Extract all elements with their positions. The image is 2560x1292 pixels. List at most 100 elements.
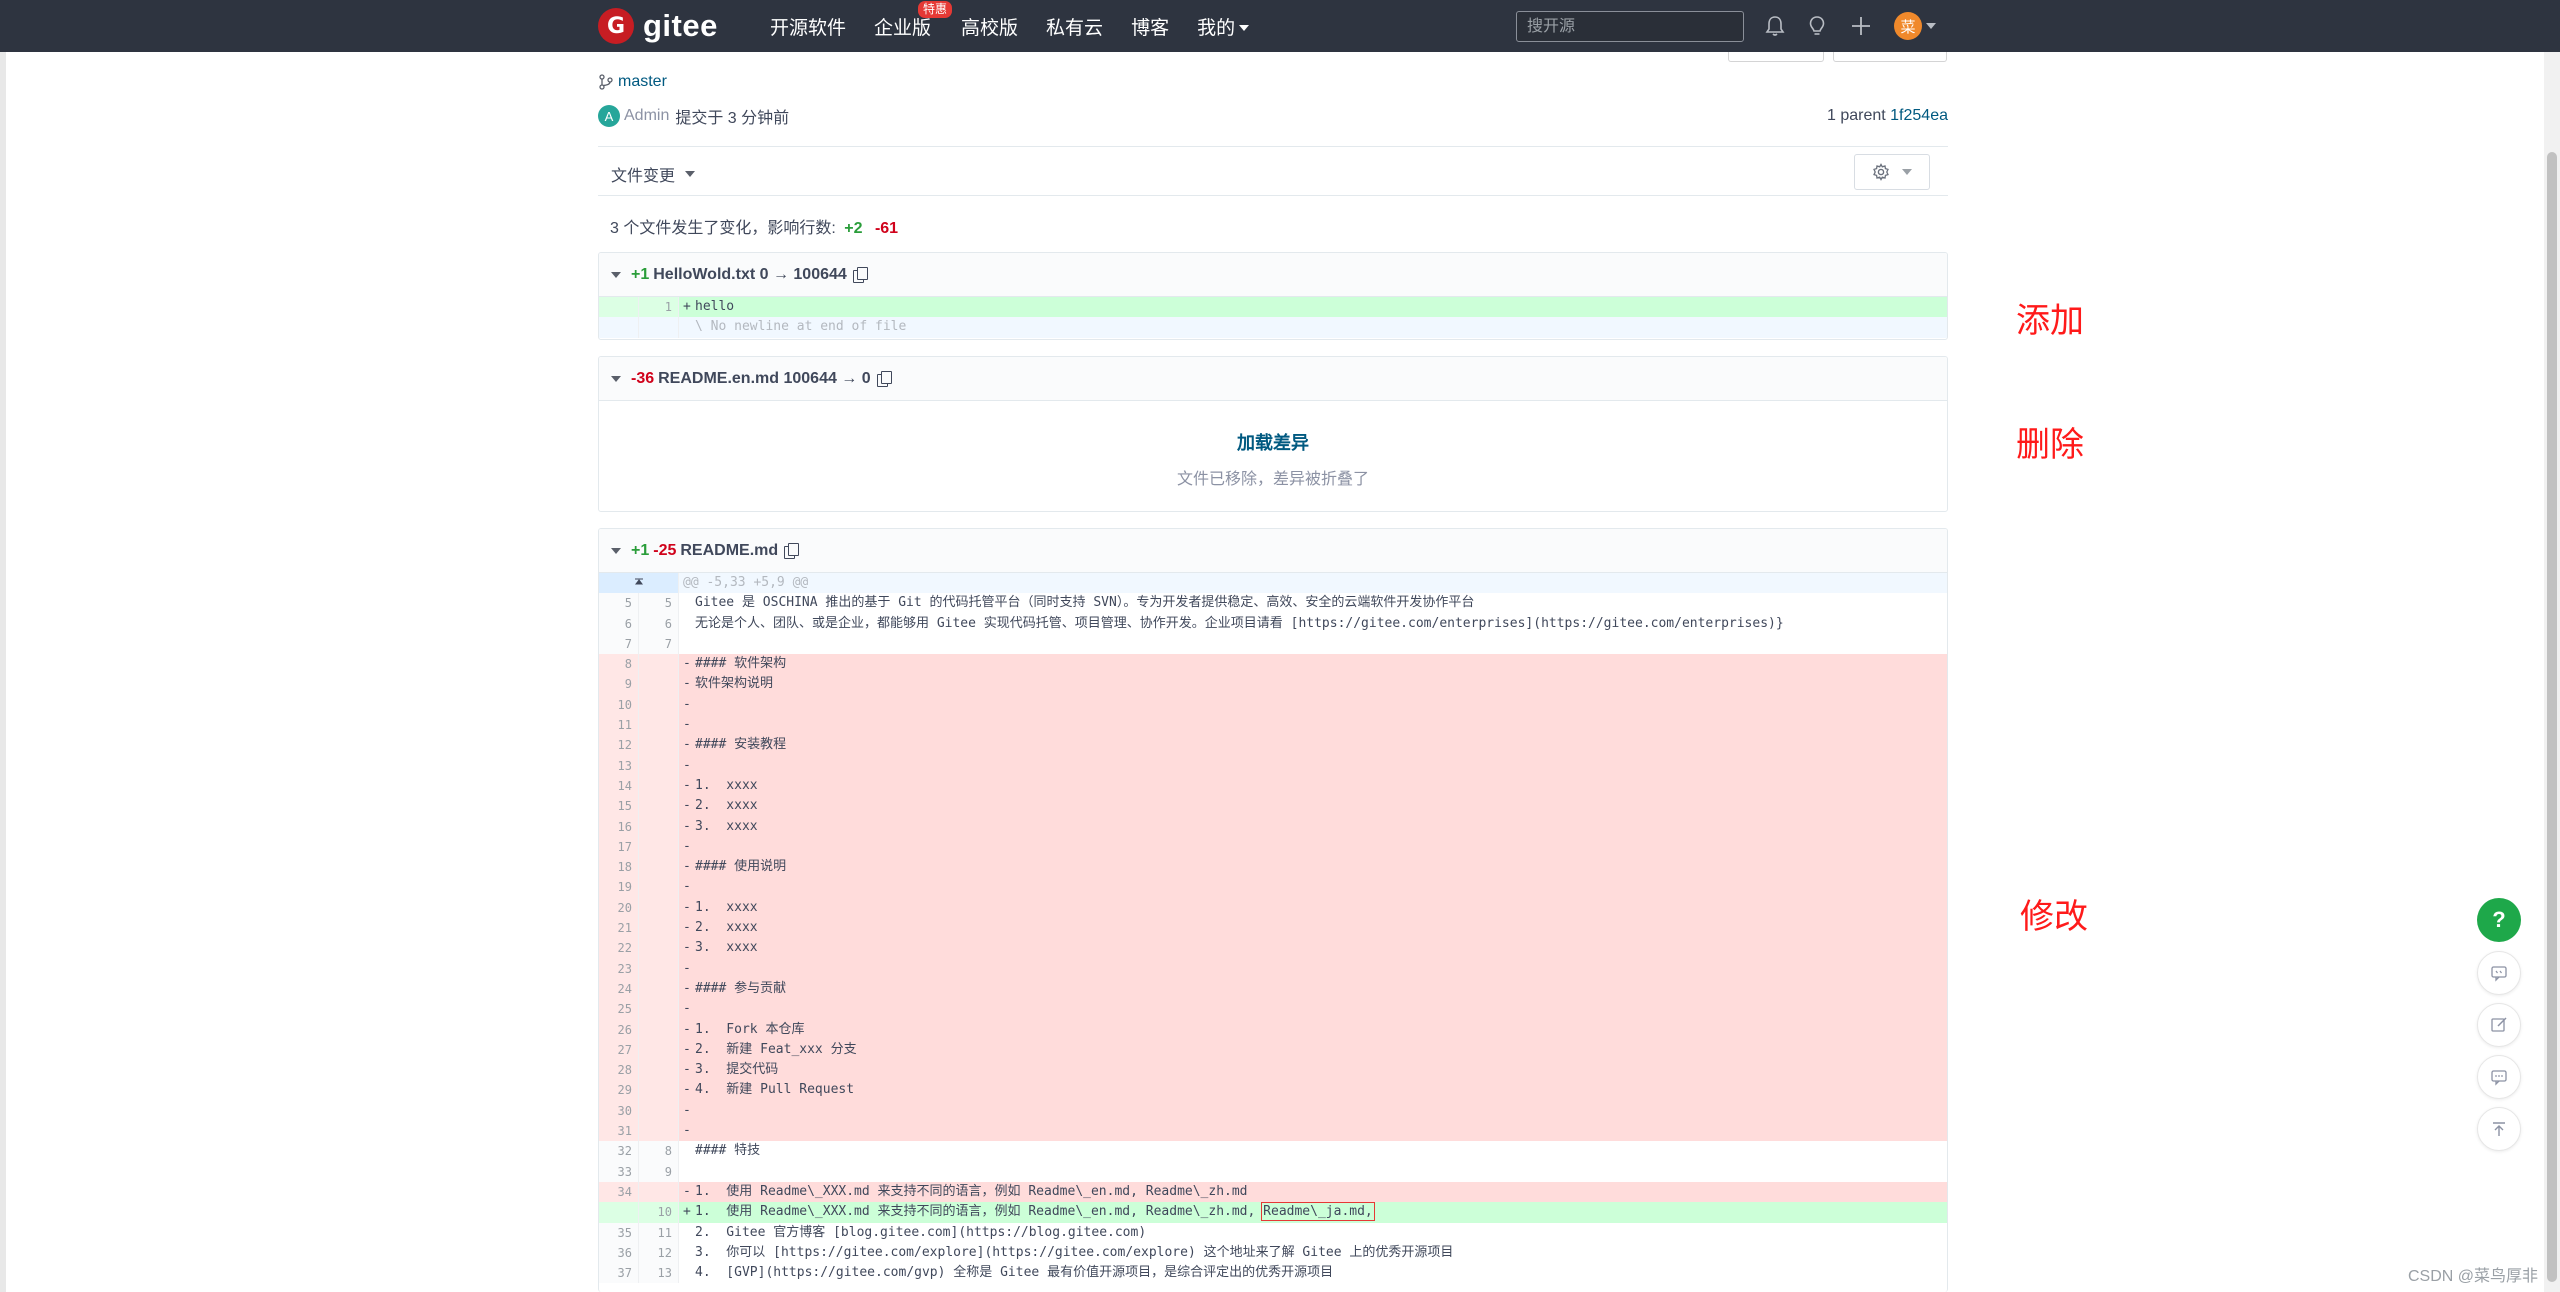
file-header[interactable]: -36 README.en.md 100644 → 0	[599, 357, 1947, 401]
user-avatar[interactable]: 菜	[1894, 12, 1922, 40]
new-line-number	[639, 775, 679, 797]
commit-author[interactable]: Admin	[624, 107, 669, 125]
diff-file-readme-en: -36 README.en.md 100644 → 0 加载差异 文件已移除，差…	[598, 356, 1948, 512]
new-line-number	[639, 1019, 679, 1040]
file-name[interactable]: README.md	[680, 542, 778, 560]
copy-icon[interactable]	[852, 266, 868, 283]
line-sign: -	[683, 899, 691, 915]
copy-icon[interactable]	[784, 542, 800, 559]
new-line-number	[639, 918, 679, 939]
line-code: -2. xxxx	[679, 796, 1947, 817]
line-code: -4. 新建 Pull Request	[679, 1080, 1947, 1101]
nav-item-enterprise[interactable]: 企业版 特惠	[874, 0, 953, 40]
nav-item-private-cloud[interactable]: 私有云	[1046, 13, 1103, 40]
diff-line: 5 5 Gitee 是 OSCHINA 推出的基于 Git 的代码托管平台（同时支持…	[599, 593, 1947, 614]
partial-button[interactable]	[1833, 52, 1947, 62]
old-line-number: 12	[599, 735, 639, 756]
diff-settings-button[interactable]	[1854, 154, 1930, 190]
old-line-number: 8	[599, 654, 639, 675]
collapse-icon[interactable]	[611, 547, 621, 554]
diff-line: 77	[599, 633, 1947, 655]
branch-name: master	[618, 73, 667, 90]
avatar[interactable]: A	[598, 105, 620, 127]
parent-sha-link[interactable]: 1f254ea	[1890, 107, 1948, 124]
nav-item-education[interactable]: 高校版	[961, 13, 1018, 40]
old-line-number: 13	[599, 755, 639, 776]
line-sign: -	[683, 1123, 691, 1139]
line-sign: -	[683, 980, 691, 996]
file-header[interactable]: +1 HelloWold.txt 0 → 100644	[599, 253, 1947, 297]
line-text: 1. Fork 本仓库	[695, 1021, 805, 1037]
collapse-icon[interactable]	[611, 271, 621, 278]
line-code: -3. xxxx	[679, 938, 1947, 959]
feedback-icon[interactable]	[2477, 951, 2521, 995]
diff-line: 13 -	[599, 755, 1947, 776]
load-diff-link[interactable]: 加载差异	[599, 429, 1947, 455]
page-scrollbar[interactable]	[2544, 52, 2560, 1292]
copy-icon[interactable]	[876, 370, 892, 387]
summary-text: 3 个文件发生了变化，影响行数:	[610, 220, 836, 237]
line-text: 2. xxxx	[695, 920, 758, 936]
file-changes-dropdown[interactable]: 文件变更	[611, 162, 696, 186]
line-code: -1. xxxx	[679, 775, 1947, 797]
diff-line: 21 -2. xxxx	[599, 918, 1947, 939]
line-code: 3. 你可以 [https://gitee.com/explore](https…	[679, 1243, 1947, 1263]
chevron-down-icon[interactable]	[1926, 23, 1936, 29]
help-button[interactable]: ?	[2477, 898, 2521, 942]
search-input[interactable]: 搜开源	[1516, 11, 1744, 42]
diff-line: 35 11 2. Gitee 官方博客 [blog.gitee.com](https…	[599, 1222, 1947, 1243]
nav-item-open-source[interactable]: 开源软件	[770, 13, 846, 40]
new-line-number: 1	[639, 297, 679, 318]
diff-line: 25 -	[599, 999, 1947, 1020]
line-code: -3. xxxx	[679, 816, 1947, 837]
old-line-number: 23	[599, 958, 639, 979]
diff-line: 16 -3. xxxx	[599, 816, 1947, 837]
line-code: -	[679, 877, 1947, 898]
line-sign: -	[683, 676, 691, 692]
scrollbar-thumb[interactable]	[2547, 152, 2557, 1282]
diff-line: 32 8 #### 特技	[599, 1141, 1947, 1162]
line-text: 无论是个人、团队、或是企业，都能够用 Gitee 实现代码托管、项目管理、协作开…	[695, 615, 1784, 631]
line-code: \ No newline at end of file	[679, 317, 1947, 338]
partial-button[interactable]	[1728, 52, 1824, 62]
edit-icon[interactable]	[2477, 1003, 2521, 1047]
plus-icon[interactable]	[1848, 13, 1874, 39]
diff-line: 30 -	[599, 1100, 1947, 1122]
diff-line: 15 -2. xxxx	[599, 796, 1947, 817]
old-line-number: 30	[599, 1100, 639, 1122]
line-text: 1. 使用 Readme\_XXX.md 来支持不同的语言，例如 Readme\…	[695, 1183, 1248, 1199]
line-sign: -	[683, 1001, 691, 1017]
old-line-number: 17	[599, 836, 639, 858]
bell-icon[interactable]	[1762, 13, 1788, 39]
new-line-number	[639, 938, 679, 959]
file-name[interactable]: README.en.md 100644 → 0	[658, 370, 871, 388]
file-header[interactable]: +1 -25 README.md	[599, 529, 1947, 573]
back-to-top-icon[interactable]	[2477, 1107, 2521, 1151]
line-text: 4. 新建 Pull Request	[695, 1082, 855, 1098]
summary-additions: +2	[844, 220, 863, 237]
expand-up-icon[interactable]	[599, 573, 679, 594]
diff-line: 18 - #### 使用说明	[599, 857, 1947, 878]
brand[interactable]: G gitee	[598, 8, 718, 44]
parent-label: 1 parent	[1826, 107, 1886, 124]
new-line-number: 7	[639, 633, 679, 655]
nav-item-mine[interactable]: 我的	[1197, 13, 1250, 40]
nav-item-blog[interactable]: 博客	[1131, 13, 1169, 40]
file-name[interactable]: HelloWold.txt 0 → 100644	[653, 266, 847, 284]
file-deletions: -25	[653, 541, 677, 559]
branch-link[interactable]: master	[598, 73, 667, 91]
old-line-number: 29	[599, 1080, 639, 1101]
line-sign: -	[683, 717, 691, 733]
diff-line: 20 -1. xxxx	[599, 897, 1947, 919]
diff-summary: 3 个文件发生了变化，影响行数: +2 -61	[610, 214, 898, 238]
diff-file-hellowold: +1 HelloWold.txt 0 → 100644 1 + hello \ N…	[598, 252, 1948, 340]
line-sign: +	[683, 1204, 691, 1220]
new-line-number	[639, 958, 679, 979]
bulb-icon[interactable]	[1804, 13, 1830, 39]
line-sign: -	[683, 1062, 691, 1078]
message-icon[interactable]	[2477, 1055, 2521, 1099]
old-line-number: 21	[599, 918, 639, 939]
line-sign: -	[683, 757, 691, 773]
collapse-icon[interactable]	[611, 375, 621, 382]
old-line-number: 32	[599, 1141, 639, 1162]
